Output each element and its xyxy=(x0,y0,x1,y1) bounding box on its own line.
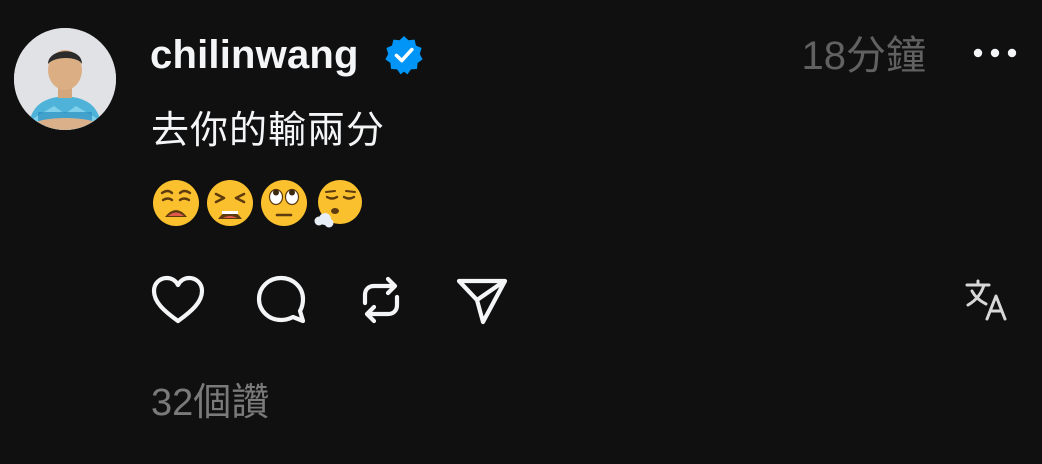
avatar[interactable] xyxy=(14,28,116,130)
tired-face-icon xyxy=(207,180,253,226)
reply-bubble-icon[interactable] xyxy=(251,270,311,330)
like-heart-icon[interactable] xyxy=(148,270,208,330)
repost-arrows-icon[interactable] xyxy=(351,270,411,330)
likes-count[interactable]: 32個讚 xyxy=(151,378,269,428)
profile-photo xyxy=(14,28,116,130)
share-send-icon[interactable] xyxy=(451,270,511,330)
translate-icon[interactable] xyxy=(958,270,1018,330)
username[interactable]: chilinwang xyxy=(150,30,359,80)
face-exhaling-icon xyxy=(314,180,362,228)
post-text: 去你的輸兩分 xyxy=(151,110,386,152)
weary-face-icon xyxy=(153,180,199,226)
post-timestamp: 18分鐘 xyxy=(801,34,927,78)
verified-badge-icon xyxy=(383,34,425,76)
action-bar xyxy=(150,270,1020,330)
more-options-icon[interactable] xyxy=(970,30,1020,76)
face-with-rolling-eyes-icon xyxy=(261,180,307,226)
post-emoji-row xyxy=(151,175,363,229)
